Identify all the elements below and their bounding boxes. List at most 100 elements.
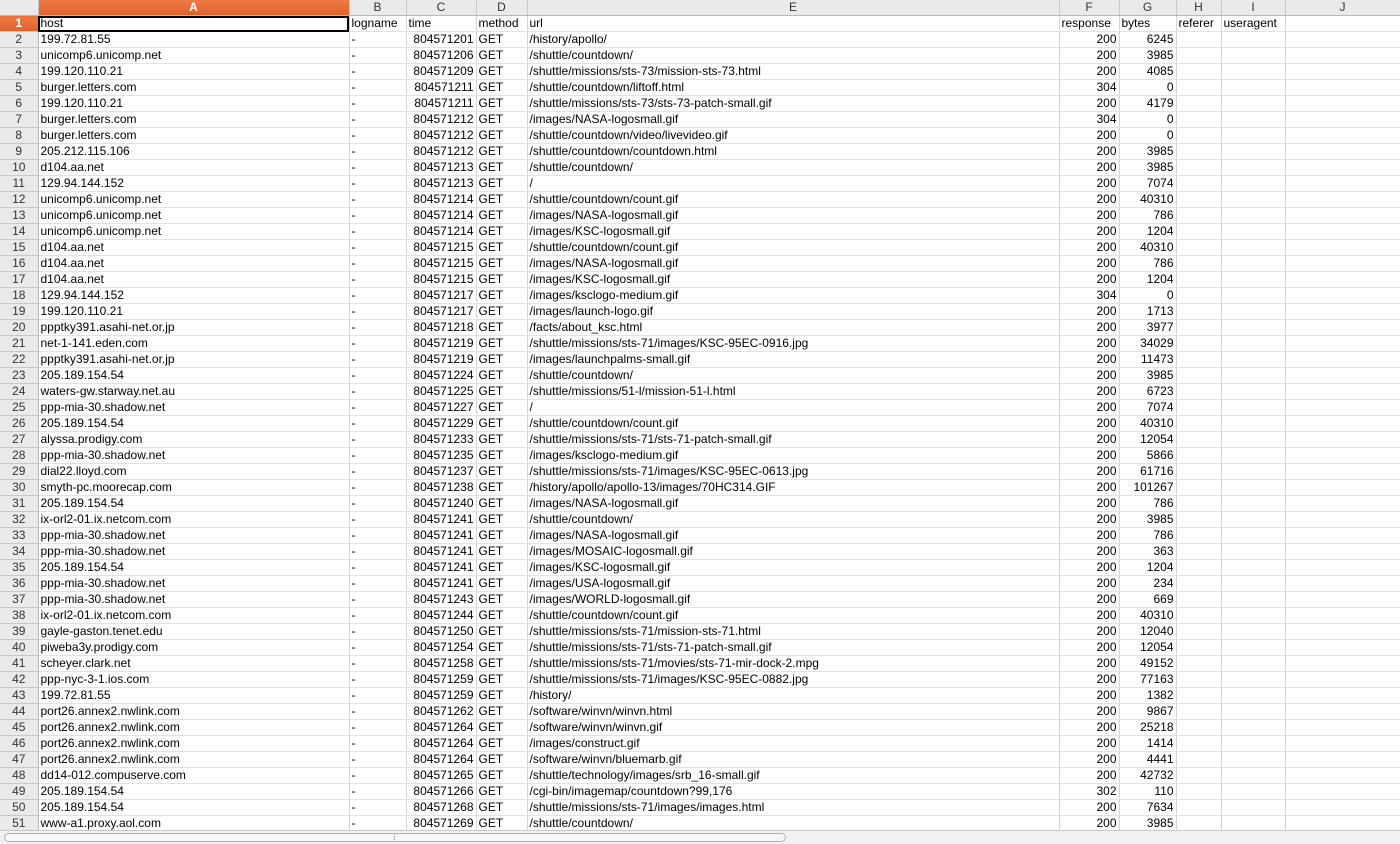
cell-f18[interactable]: 304 xyxy=(1059,287,1120,304)
cell-a40[interactable]: piweba3y.prodigy.com xyxy=(38,639,350,656)
cell-j42[interactable] xyxy=(1285,671,1400,688)
cell-f37[interactable]: 200 xyxy=(1059,591,1120,608)
cell-b33[interactable]: - xyxy=(349,527,407,544)
cell-f1[interactable]: response xyxy=(1059,15,1120,32)
cell-f4[interactable]: 200 xyxy=(1059,63,1120,80)
row-header[interactable]: 19 xyxy=(0,303,39,320)
cell-e42[interactable]: /shuttle/missions/sts-71/images/KSC-95EC… xyxy=(527,671,1060,688)
cell-j25[interactable] xyxy=(1285,399,1400,416)
column-header-d[interactable]: D xyxy=(476,0,528,16)
cell-j38[interactable] xyxy=(1285,607,1400,624)
cell-g7[interactable]: 0 xyxy=(1119,111,1177,128)
cell-table[interactable]: ABCDEFGHIJ 1 host logname time method url resp… xyxy=(0,0,1400,830)
cell-a7[interactable]: burger.letters.com xyxy=(38,111,350,128)
cell-g27[interactable]: 12054 xyxy=(1119,431,1177,448)
cell-h20[interactable] xyxy=(1176,319,1222,336)
cell-h27[interactable] xyxy=(1176,431,1222,448)
row-header[interactable]: 28 xyxy=(0,447,39,464)
cell-h25[interactable] xyxy=(1176,399,1222,416)
cell-d25[interactable]: GET xyxy=(476,399,528,416)
cell-c3[interactable]: 804571206 xyxy=(406,47,477,64)
cell-i17[interactable] xyxy=(1221,271,1286,288)
cell-i43[interactable] xyxy=(1221,687,1286,704)
cell-h37[interactable] xyxy=(1176,591,1222,608)
cell-j40[interactable] xyxy=(1285,639,1400,656)
cell-j5[interactable] xyxy=(1285,79,1400,96)
cell-f42[interactable]: 200 xyxy=(1059,671,1120,688)
cell-h18[interactable] xyxy=(1176,287,1222,304)
row-header[interactable]: 23 xyxy=(0,367,39,384)
cell-b3[interactable]: - xyxy=(349,47,407,64)
cell-b9[interactable]: - xyxy=(349,143,407,160)
cell-i27[interactable] xyxy=(1221,431,1286,448)
row-header[interactable]: 8 xyxy=(0,127,39,144)
cell-f35[interactable]: 200 xyxy=(1059,559,1120,576)
cell-d6[interactable]: GET xyxy=(476,95,528,112)
cell-b28[interactable]: - xyxy=(349,447,407,464)
cell-j39[interactable] xyxy=(1285,623,1400,640)
cell-j3[interactable] xyxy=(1285,47,1400,64)
cell-d4[interactable]: GET xyxy=(476,63,528,80)
cell-c43[interactable]: 804571259 xyxy=(406,687,477,704)
cell-h22[interactable] xyxy=(1176,351,1222,368)
cell-g8[interactable]: 0 xyxy=(1119,127,1177,144)
cell-c47[interactable]: 804571264 xyxy=(406,751,477,768)
cell-e14[interactable]: /images/KSC-logosmall.gif xyxy=(527,223,1060,240)
cell-g48[interactable]: 42732 xyxy=(1119,767,1177,784)
row-header[interactable]: 43 xyxy=(0,687,39,704)
cell-j50[interactable] xyxy=(1285,799,1400,816)
cell-d20[interactable]: GET xyxy=(476,319,528,336)
cell-f10[interactable]: 200 xyxy=(1059,159,1120,176)
row-header[interactable]: 2 xyxy=(0,31,39,48)
cell-a34[interactable]: ppp-mia-30.shadow.net xyxy=(38,543,350,560)
cell-j8[interactable] xyxy=(1285,127,1400,144)
cell-a50[interactable]: 205.189.154.54 xyxy=(38,799,350,816)
cell-e22[interactable]: /images/launchpalms-small.gif xyxy=(527,351,1060,368)
cell-a11[interactable]: 129.94.144.152 xyxy=(38,175,350,192)
cell-h8[interactable] xyxy=(1176,127,1222,144)
cell-j45[interactable] xyxy=(1285,719,1400,736)
cell-b11[interactable]: - xyxy=(349,175,407,192)
cell-i48[interactable] xyxy=(1221,767,1286,784)
cell-h44[interactable] xyxy=(1176,703,1222,720)
cell-h43[interactable] xyxy=(1176,687,1222,704)
cell-a18[interactable]: 129.94.144.152 xyxy=(38,287,350,304)
cell-g46[interactable]: 1414 xyxy=(1119,735,1177,752)
cell-a3[interactable]: unicomp6.unicomp.net xyxy=(38,47,350,64)
row-header[interactable]: 36 xyxy=(0,575,39,592)
cell-d31[interactable]: GET xyxy=(476,495,528,512)
cell-j20[interactable] xyxy=(1285,319,1400,336)
cell-i5[interactable] xyxy=(1221,79,1286,96)
cell-h7[interactable] xyxy=(1176,111,1222,128)
cell-e5[interactable]: /shuttle/countdown/liftoff.html xyxy=(527,79,1060,96)
cell-i29[interactable] xyxy=(1221,463,1286,480)
cell-j9[interactable] xyxy=(1285,143,1400,160)
row-header[interactable]: 15 xyxy=(0,239,39,256)
row-header[interactable]: 45 xyxy=(0,719,39,736)
cell-h4[interactable] xyxy=(1176,63,1222,80)
horizontal-scrollbar[interactable]: ⁞ xyxy=(0,830,1400,844)
cell-h41[interactable] xyxy=(1176,655,1222,672)
cell-h48[interactable] xyxy=(1176,767,1222,784)
cell-g30[interactable]: 101267 xyxy=(1119,479,1177,496)
cell-f38[interactable]: 200 xyxy=(1059,607,1120,624)
cell-h5[interactable] xyxy=(1176,79,1222,96)
cell-a51[interactable]: www-a1.proxy.aol.com xyxy=(38,815,350,830)
cell-b43[interactable]: - xyxy=(349,687,407,704)
column-header-h[interactable]: H xyxy=(1176,0,1222,16)
cell-j47[interactable] xyxy=(1285,751,1400,768)
cell-i1[interactable]: useragent xyxy=(1221,15,1286,32)
cell-b8[interactable]: - xyxy=(349,127,407,144)
cell-g16[interactable]: 786 xyxy=(1119,255,1177,272)
cell-g35[interactable]: 1204 xyxy=(1119,559,1177,576)
cell-e41[interactable]: /shuttle/missions/sts-71/movies/sts-71-m… xyxy=(527,655,1060,672)
cell-b19[interactable]: - xyxy=(349,303,407,320)
cell-b6[interactable]: - xyxy=(349,95,407,112)
cell-g49[interactable]: 110 xyxy=(1119,783,1177,800)
cell-b7[interactable]: - xyxy=(349,111,407,128)
cell-g51[interactable]: 3985 xyxy=(1119,815,1177,830)
cell-c13[interactable]: 804571214 xyxy=(406,207,477,224)
cell-g39[interactable]: 12040 xyxy=(1119,623,1177,640)
cell-d49[interactable]: GET xyxy=(476,783,528,800)
cell-g18[interactable]: 0 xyxy=(1119,287,1177,304)
